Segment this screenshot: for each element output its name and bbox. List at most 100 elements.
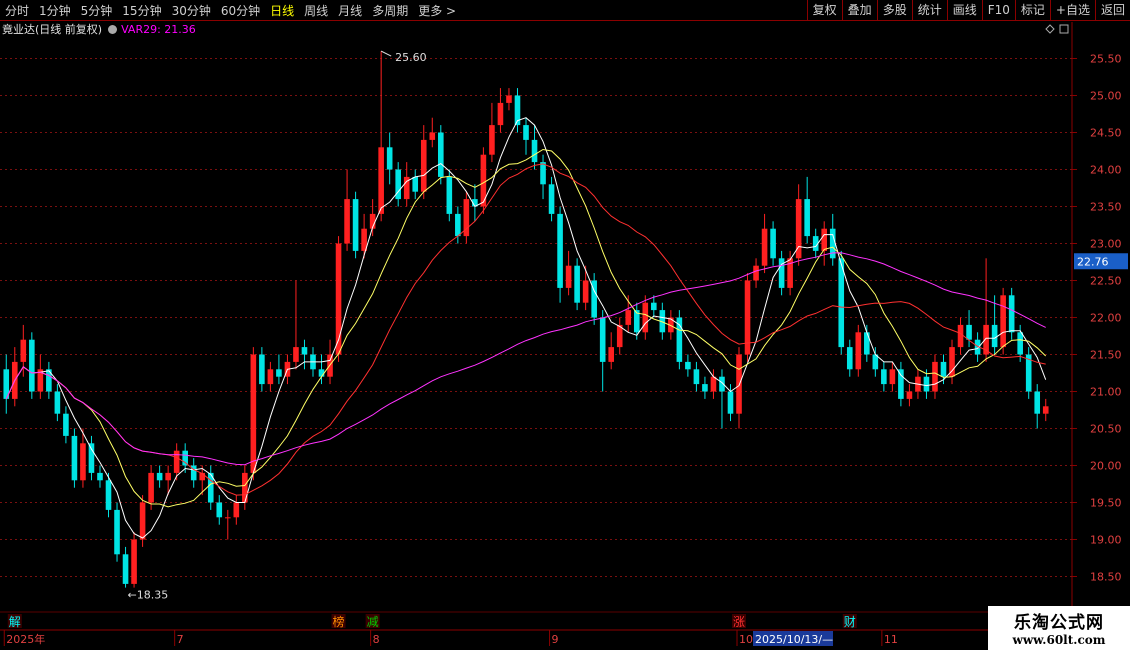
candle-body[interactable]	[736, 354, 742, 414]
candle-body[interactable]	[966, 324, 972, 340]
candle-body[interactable]	[829, 228, 836, 259]
candle-body[interactable]	[582, 280, 589, 303]
candle-body[interactable]	[335, 243, 342, 355]
candle-body[interactable]	[940, 361, 947, 377]
candle-body[interactable]	[710, 376, 717, 392]
y-tick-label: 25.50	[1090, 53, 1122, 66]
candle-body[interactable]	[80, 443, 86, 481]
candle-body[interactable]	[63, 413, 69, 436]
high-marker	[380, 50, 392, 57]
candle-body[interactable]	[139, 502, 146, 540]
candle-body[interactable]	[344, 199, 350, 244]
candle-body[interactable]	[293, 347, 299, 362]
candle-body[interactable]	[250, 354, 257, 473]
candle-body[interactable]	[761, 228, 768, 266]
candle-body[interactable]	[242, 472, 248, 503]
candle-body[interactable]	[224, 517, 231, 519]
candle-body[interactable]	[54, 391, 61, 414]
candle-body[interactable]	[1008, 295, 1015, 333]
candle-body[interactable]	[173, 450, 180, 473]
candle-body[interactable]	[906, 391, 913, 399]
candle-body[interactable]	[855, 332, 862, 370]
event-marker[interactable]: 涨	[733, 614, 745, 629]
candle-body[interactable]	[770, 228, 776, 259]
event-marker[interactable]: 榜	[333, 614, 345, 629]
candle-body[interactable]	[1017, 332, 1023, 355]
candle-body[interactable]	[156, 472, 163, 481]
candle-body[interactable]	[455, 213, 461, 237]
candle-body[interactable]	[1034, 391, 1041, 414]
candle-body[interactable]	[216, 502, 223, 518]
candle-body[interactable]	[105, 480, 112, 510]
square-icon[interactable]	[1059, 24, 1069, 34]
candle-body[interactable]	[429, 132, 436, 140]
candle-body[interactable]	[165, 472, 171, 481]
candle-body[interactable]	[318, 369, 325, 377]
event-marker[interactable]: 解	[9, 615, 21, 629]
candle-body[interactable]	[386, 147, 393, 170]
candle-body[interactable]	[1042, 406, 1049, 414]
candle-body[interactable]	[97, 472, 103, 481]
candle-body[interactable]	[651, 302, 657, 311]
candle-body[interactable]	[727, 391, 734, 414]
candle-body[interactable]	[267, 369, 274, 385]
candle-body[interactable]	[20, 339, 27, 362]
candle-body[interactable]	[574, 265, 580, 303]
candle-body[interactable]	[148, 472, 154, 503]
candle-body[interactable]	[437, 132, 444, 177]
candle-body[interactable]	[557, 213, 563, 288]
candle-body[interactable]	[233, 502, 240, 518]
date-highlight: 2025/10/13/—	[755, 633, 833, 646]
logo-text: 乐淘公式网	[1014, 613, 1104, 633]
candle-body[interactable]	[608, 347, 615, 362]
candle-body[interactable]	[642, 302, 649, 333]
candle-body[interactable]	[702, 384, 708, 392]
candle-body[interactable]	[378, 147, 384, 214]
candle-body[interactable]	[565, 265, 572, 288]
candle-body[interactable]	[114, 509, 120, 555]
candle-body[interactable]	[71, 435, 78, 481]
candle-body[interactable]	[881, 369, 887, 385]
date-label: 10	[739, 633, 753, 646]
candle-body[interactable]	[131, 539, 137, 584]
candle-body[interactable]	[753, 265, 759, 281]
candle-body[interactable]	[804, 199, 810, 237]
candle-body[interactable]	[923, 376, 930, 392]
candle-body[interactable]	[523, 125, 529, 140]
candle-body[interactable]	[259, 354, 265, 385]
candle-body[interactable]	[685, 361, 691, 370]
candle-body[interactable]	[301, 347, 308, 355]
candle-body[interactable]	[412, 176, 419, 192]
event-marker[interactable]: 财	[844, 615, 856, 629]
kline-chart[interactable]: 18.50 19.00 19.50 20.00 20.50 21.00 21.50 22.00…	[0, 0, 1130, 650]
candle-body[interactable]	[846, 347, 853, 370]
candle-body[interactable]	[889, 369, 896, 385]
candle-body[interactable]	[625, 310, 632, 325]
candle-body[interactable]	[122, 554, 129, 584]
candle-body[interactable]	[420, 139, 427, 192]
candle-body[interactable]	[88, 443, 95, 473]
candle-body[interactable]	[446, 176, 453, 214]
candle-body[interactable]	[29, 339, 35, 392]
candle-body[interactable]	[352, 199, 359, 251]
candle-body[interactable]	[531, 139, 538, 163]
candle-body[interactable]	[821, 228, 828, 251]
candle-body[interactable]	[599, 317, 606, 362]
candle-body[interactable]	[540, 162, 546, 185]
candle-body[interactable]	[1000, 295, 1006, 348]
candle-body[interactable]	[932, 361, 938, 392]
event-marker[interactable]: 减	[367, 615, 379, 629]
candle-body[interactable]	[489, 125, 495, 155]
candle-body[interactable]	[676, 317, 683, 362]
candle-body[interactable]	[864, 332, 870, 355]
candle-body[interactable]	[506, 95, 512, 103]
candle-body[interactable]	[991, 324, 998, 348]
candle-body[interactable]	[182, 450, 188, 466]
candle-body[interactable]	[276, 369, 282, 377]
candle-body[interactable]	[497, 102, 504, 126]
candle-body[interactable]	[548, 184, 555, 214]
candle-body[interactable]	[957, 324, 964, 348]
candle-body[interactable]	[693, 369, 700, 385]
diamond-icon[interactable]	[1045, 24, 1055, 34]
candle-body[interactable]	[898, 369, 904, 399]
